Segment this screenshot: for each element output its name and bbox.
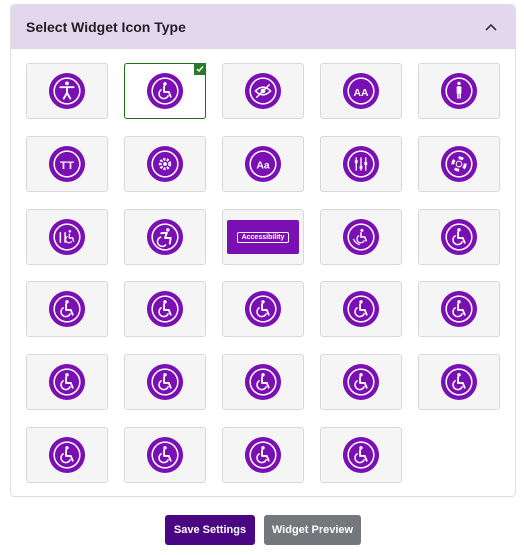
icon-option-23[interactable] — [222, 354, 304, 410]
wheelchair-icon — [48, 363, 86, 401]
icon-option-5[interactable] — [418, 63, 500, 119]
checkmark-icon — [194, 63, 206, 75]
svg-text:Aa: Aa — [256, 160, 270, 171]
icon-option-29[interactable] — [320, 427, 402, 483]
wheelchair-icon — [342, 363, 380, 401]
icon-option-8[interactable]: Aa — [222, 136, 304, 192]
svg-text:TT: TT — [60, 160, 74, 172]
wheelchair-icon — [146, 363, 184, 401]
icon-option-11[interactable] — [26, 209, 108, 265]
icon-option-6[interactable]: TT — [26, 136, 108, 192]
wheelchair-icon — [146, 436, 184, 474]
lifebuoy-icon — [440, 145, 478, 183]
person-standing-icon — [440, 72, 478, 110]
icon-option-21[interactable] — [26, 354, 108, 410]
icon-option-28[interactable] — [222, 427, 304, 483]
active-wheelchair-icon — [146, 218, 184, 256]
eye-slash-icon — [244, 72, 282, 110]
icon-option-3[interactable] — [222, 63, 304, 119]
icon-option-10[interactable] — [418, 136, 500, 192]
wheelchair-icon — [440, 218, 478, 256]
wheelchair-icon — [244, 436, 282, 474]
gear-icon — [146, 145, 184, 183]
icon-option-4[interactable]: AA — [320, 63, 402, 119]
font-aa-icon: Aa — [244, 145, 282, 183]
text-size-icon: TT — [48, 145, 86, 183]
icon-option-1[interactable] — [26, 63, 108, 119]
accessibility-button-preview: Accessibility — [227, 220, 299, 254]
icon-option-16[interactable] — [26, 281, 108, 337]
icon-option-13[interactable]: Accessibility — [222, 209, 304, 265]
wheelchair-icon — [244, 290, 282, 328]
panel-title: Select Widget Icon Type — [26, 19, 186, 35]
sliders-icon — [342, 145, 380, 183]
widget-preview-button[interactable]: Widget Preview — [264, 515, 361, 545]
wheelchair-icon — [48, 436, 86, 474]
icon-option-26[interactable] — [26, 427, 108, 483]
wheelchair-icon — [48, 290, 86, 328]
chevron-up-icon[interactable] — [483, 19, 499, 35]
icon-option-22[interactable] — [124, 354, 206, 410]
icon-option-27[interactable] — [124, 427, 206, 483]
icon-option-24[interactable] — [320, 354, 402, 410]
wheelchair-icon — [440, 290, 478, 328]
wheelchair-icon — [244, 363, 282, 401]
icon-option-15[interactable] — [418, 209, 500, 265]
icon-option-12[interactable] — [124, 209, 206, 265]
accessibility-person-icon — [48, 72, 86, 110]
font-size-icon: AA — [342, 72, 380, 110]
icon-option-25[interactable] — [418, 354, 500, 410]
save-settings-button[interactable]: Save Settings — [165, 515, 255, 545]
accessibility-label: Accessibility — [236, 231, 290, 243]
wheelchair-icon — [342, 436, 380, 474]
icon-option-17[interactable] — [124, 281, 206, 337]
icon-option-9[interactable] — [320, 136, 402, 192]
icon-option-7[interactable] — [124, 136, 206, 192]
wheelchair-signs-icon — [342, 218, 380, 256]
accessibility-tools-icon — [48, 218, 86, 256]
wheelchair-icon — [146, 290, 184, 328]
wheelchair-icon — [440, 363, 478, 401]
wheelchair-icon — [146, 72, 184, 110]
icon-option-19[interactable] — [320, 281, 402, 337]
icon-option-20[interactable] — [418, 281, 500, 337]
icon-option-2[interactable] — [124, 63, 206, 119]
panel-header[interactable]: Select Widget Icon Type — [11, 5, 515, 49]
svg-text:AA: AA — [353, 88, 369, 99]
icon-option-14[interactable] — [320, 209, 402, 265]
icon-option-18[interactable] — [222, 281, 304, 337]
wheelchair-icon — [342, 290, 380, 328]
